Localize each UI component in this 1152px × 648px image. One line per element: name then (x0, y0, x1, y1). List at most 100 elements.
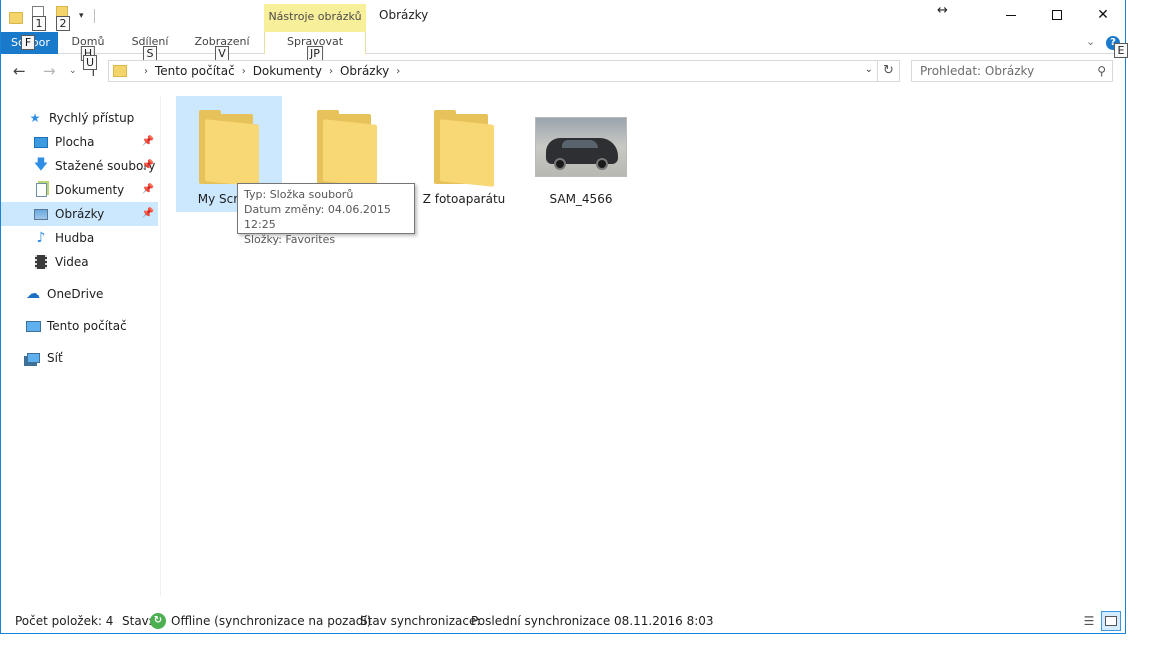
breadcrumb-documents[interactable]: Dokumenty (253, 64, 322, 78)
video-icon (33, 254, 49, 270)
quick-access-toolbar: 1 2 ▾ (9, 6, 95, 31)
sync-icon: ↻ (150, 613, 166, 629)
search-box[interactable]: ⚲ (911, 60, 1113, 82)
sync-status-value: Poslední synchronizace 08.11.2016 8:03 (471, 614, 714, 628)
address-row: ← → ⌄ ↑ U › Tento počítač › Dokumenty › … (1, 55, 1125, 86)
close-button[interactable]: ✕ (1080, 0, 1126, 30)
nav-item-label: Plocha (55, 135, 95, 149)
chevron-right-icon[interactable]: › (242, 66, 246, 77)
window-title: Obrázky (379, 8, 429, 22)
minimize-button[interactable] (988, 0, 1034, 30)
address-history-chevron-icon[interactable]: ⌄ (865, 64, 873, 75)
address-bar[interactable]: › Tento počítač › Dokumenty › Obrázky › … (108, 60, 878, 82)
status-bar: Počet položek: 4 Stav: ↻ Offline (synchr… (1, 608, 1125, 634)
nav-item-network[interactable]: Síť (1, 346, 158, 370)
recent-locations-chevron-icon[interactable]: ⌄ (69, 66, 77, 76)
breadcrumb-this-pc[interactable]: Tento počítač (155, 64, 235, 78)
resize-arrows-icon: ↔ (937, 3, 948, 18)
file-item-sam-4566[interactable]: SAM_4566 (528, 96, 634, 212)
tab-file[interactable]: Soubor F (1, 32, 58, 54)
tooltip-folders: Složky: Favorites (244, 233, 336, 246)
refresh-icon: ↻ (883, 63, 894, 78)
cloud-icon: ☁ (26, 286, 40, 302)
nav-item-documents[interactable]: Dokumenty 📌 (1, 178, 158, 202)
keytip: F (21, 35, 35, 50)
item-tooltip: Typ: Složka souborů Datum změny: 04.06.2… (237, 183, 415, 246)
tooltip-type: Typ: Složka souborů (244, 188, 354, 201)
star-icon: ★ (29, 111, 41, 125)
divider (93, 9, 95, 23)
nav-item-label: Rychlý přístup (49, 111, 135, 125)
keytip: U (83, 55, 98, 70)
nav-item-desktop[interactable]: Plocha 📌 (1, 130, 158, 154)
tab-manage-inner: Spravovat JP (265, 32, 365, 61)
folder-icon (317, 110, 377, 187)
pin-icon[interactable]: 📌 (142, 184, 154, 195)
search-input[interactable] (920, 64, 1090, 78)
search-icon[interactable]: ⚲ (1097, 64, 1106, 78)
nav-item-pictures[interactable]: Obrázky 📌 (1, 202, 158, 226)
nav-item-label: Síť (47, 351, 63, 365)
nav-item-quick-access[interactable]: ★ Rychlý přístup (1, 106, 158, 130)
tab-manage[interactable]: Spravovat JP (264, 32, 366, 61)
nav-item-music[interactable]: ♪ Hudba (1, 226, 158, 250)
pin-icon[interactable]: 📌 (142, 160, 154, 171)
context-tab-title: Nástroje obrázků (264, 4, 366, 32)
pin-icon[interactable]: 📌 (142, 136, 154, 147)
keytip: 1 (32, 16, 46, 31)
folder-icon (113, 65, 127, 77)
file-list[interactable]: My Screen Z fotoaparátu SAM_4566 (166, 96, 1116, 596)
nav-item-label: OneDrive (47, 287, 104, 301)
nav-item-onedrive[interactable]: ☁ OneDrive (1, 282, 158, 306)
nav-item-label: Obrázky (55, 207, 105, 221)
maximize-button[interactable] (1034, 0, 1080, 30)
breadcrumb-pictures[interactable]: Obrázky (340, 64, 389, 78)
title-bar: 1 2 ▾ Nástroje obrázků Obrázky ↔ ✕ (1, 0, 1125, 32)
nav-item-label: Tento počítač (47, 319, 127, 333)
details-view-icon[interactable]: ☰ (1080, 612, 1098, 630)
computer-icon (25, 318, 41, 334)
nav-item-this-pc[interactable]: Tento počítač (1, 314, 158, 338)
item-label: SAM_4566 (549, 192, 613, 206)
nav-item-label: Dokumenty (55, 183, 125, 197)
sync-status-label: Stav synchronizace: (360, 614, 481, 628)
tab-home[interactable]: Domů H (63, 32, 113, 61)
nav-item-label: Videa (55, 255, 89, 269)
chevron-right-icon[interactable]: › (144, 66, 148, 77)
desktop-icon (33, 134, 49, 150)
documents-icon (33, 182, 49, 198)
explorer-window: 1 2 ▾ Nástroje obrázků Obrázky ↔ ✕ Soubo… (0, 0, 1128, 634)
nav-item-downloads[interactable]: 🡇 Stažené soubory 📌 (1, 154, 158, 178)
folder-item-z-fotoaparatu[interactable]: Z fotoaparátu (411, 96, 517, 212)
nav-item-label: Stažené soubory (55, 159, 156, 173)
qat-customize-dropdown[interactable]: ▾ (79, 11, 84, 21)
forward-arrow-icon[interactable]: → (43, 62, 56, 80)
state-value: Offline (synchronizace na pozadí) (171, 614, 372, 628)
tab-view[interactable]: Zobrazení V (189, 32, 255, 61)
ribbon-tabs: Soubor F Domů H Sdílení S Zobrazení V Sp… (1, 32, 1128, 61)
refresh-button[interactable]: ↻ (878, 60, 900, 82)
music-icon: ♪ (36, 230, 46, 246)
keytip: E (1114, 43, 1128, 58)
nav-item-videos[interactable]: Videa (1, 250, 158, 274)
tab-share[interactable]: Sdílení S (123, 32, 177, 61)
qat-properties-button[interactable]: 1 (29, 6, 47, 31)
tooltip-modified-date: Datum změny: 04.06.2015 12:25 (244, 203, 391, 231)
chevron-right-icon[interactable]: › (396, 66, 400, 77)
qat-new-folder-button[interactable]: 2 (53, 6, 71, 31)
close-icon: ✕ (1097, 7, 1109, 23)
large-icons-view-button[interactable] (1101, 611, 1121, 631)
back-arrow-icon[interactable]: ← (13, 62, 26, 80)
folder-icon (199, 110, 259, 187)
nav-item-label: Hudba (55, 231, 95, 245)
folder-icon (434, 110, 494, 187)
navigation-pane: ★ Rychlý přístup Plocha 📌 🡇 Stažené soub… (1, 96, 161, 596)
network-icon (25, 350, 41, 366)
pin-icon[interactable]: 📌 (142, 208, 154, 219)
expand-ribbon-chevron-icon[interactable]: ⌄ (1086, 35, 1095, 48)
chevron-right-icon[interactable]: › (329, 66, 333, 77)
large-icons-icon (1105, 616, 1117, 626)
folder-icon (9, 12, 23, 24)
divider (160, 96, 161, 596)
item-count: Počet položek: 4 (15, 614, 114, 628)
